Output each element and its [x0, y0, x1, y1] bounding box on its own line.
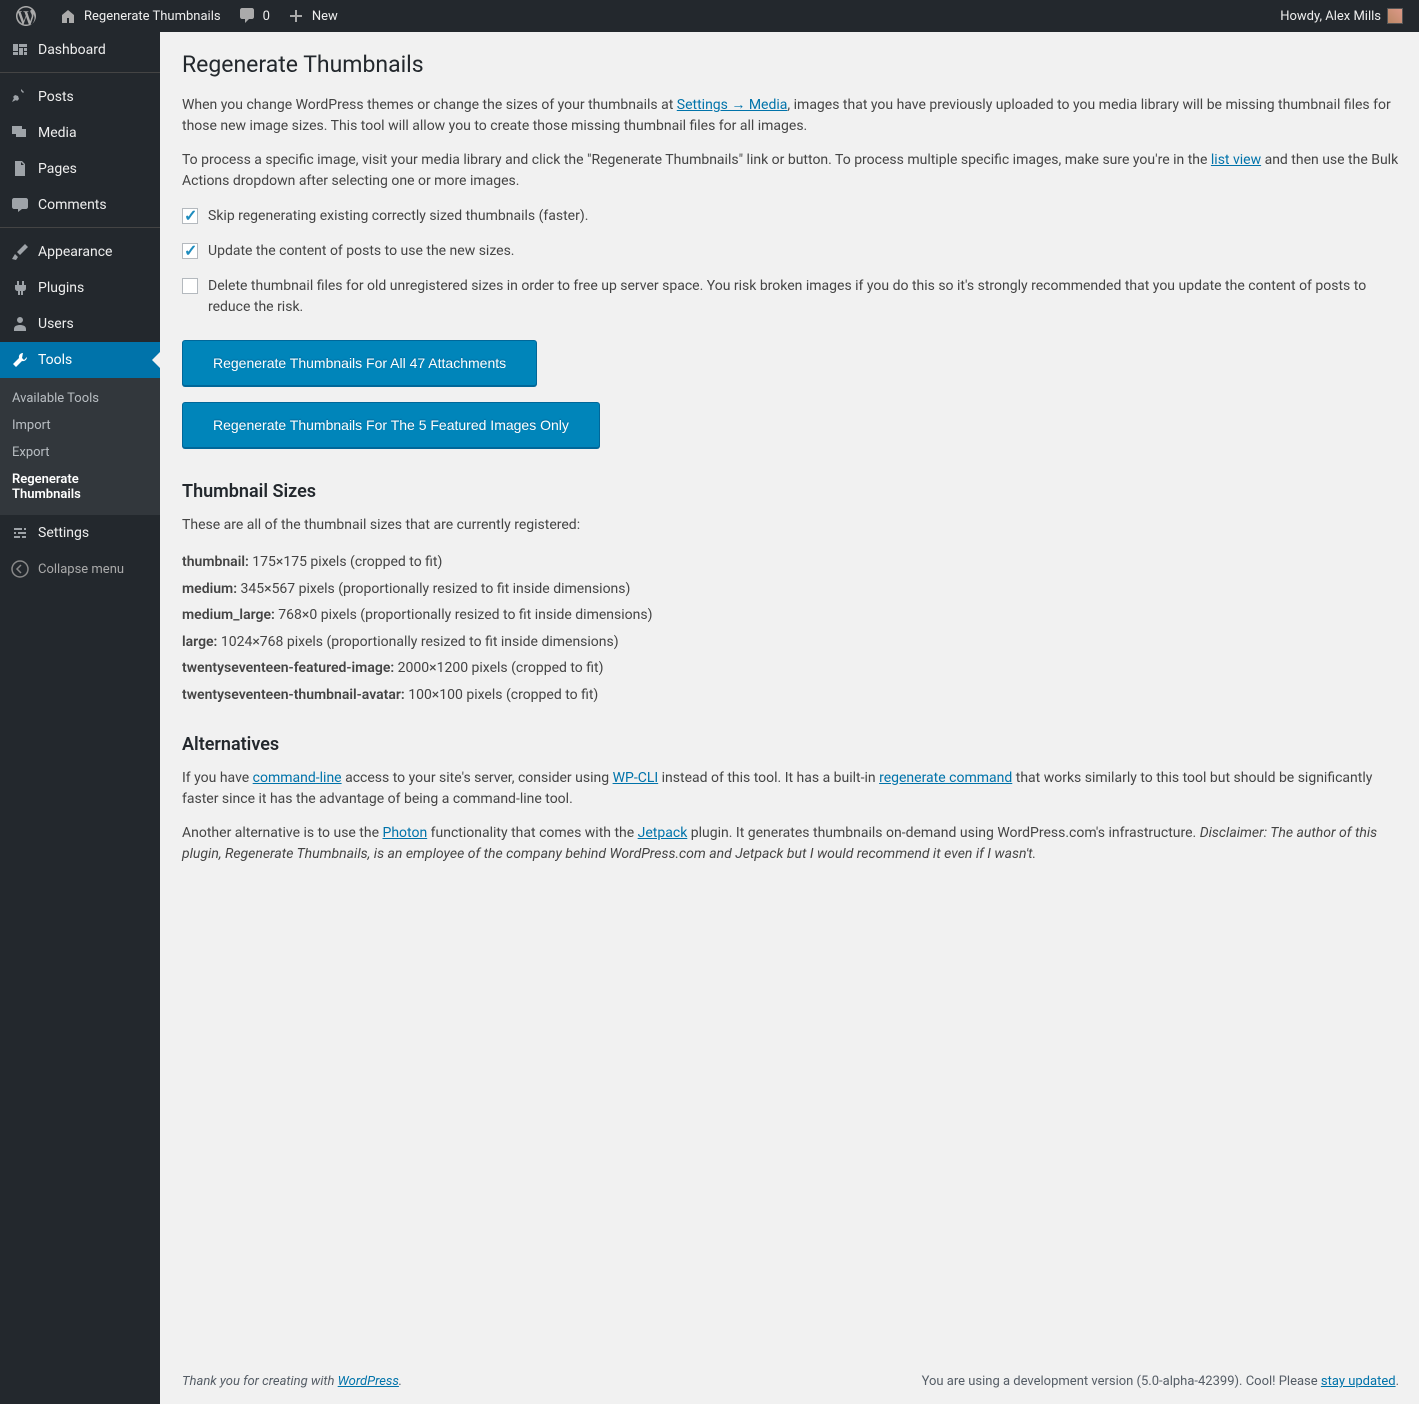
menu-comments[interactable]: Comments	[0, 187, 160, 223]
comments-count: 0	[263, 9, 270, 24]
regenerate-featured-button[interactable]: Regenerate Thumbnails For The 5 Featured…	[182, 402, 600, 448]
size-row: large: 1024×768 pixels (proportionally r…	[182, 629, 1399, 656]
size-row: thumbnail: 175×175 pixels (cropped to fi…	[182, 549, 1399, 576]
size-row: medium: 345×567 pixels (proportionally r…	[182, 576, 1399, 603]
sizes-intro: These are all of the thumbnail sizes tha…	[182, 515, 1399, 536]
menu-users[interactable]: Users	[0, 306, 160, 342]
menu-plugins[interactable]: Plugins	[0, 270, 160, 306]
plus-icon	[286, 6, 306, 26]
skip-checkbox[interactable]	[182, 208, 198, 224]
media-icon	[10, 123, 30, 143]
size-row: twentyseventeen-featured-image: 2000×120…	[182, 655, 1399, 682]
brush-icon	[10, 242, 30, 262]
size-row: twentyseventeen-thumbnail-avatar: 100×10…	[182, 682, 1399, 709]
delete-label[interactable]: Delete thumbnail files for old unregiste…	[208, 276, 1399, 318]
command-line-link[interactable]: command-line	[253, 770, 342, 786]
settings-media-link[interactable]: Settings → Media	[677, 97, 788, 113]
sub-import[interactable]: Import	[0, 412, 160, 439]
wp-logo[interactable]	[8, 0, 50, 32]
home-icon	[58, 6, 78, 26]
regenerate-all-button[interactable]: Regenerate Thumbnails For All 47 Attachm…	[182, 340, 537, 386]
intro-paragraph-2: To process a specific image, visit your …	[182, 150, 1399, 192]
menu-pages[interactable]: Pages	[0, 151, 160, 187]
howdy-text: Howdy, Alex Mills	[1280, 9, 1381, 24]
menu-tools[interactable]: Tools	[0, 342, 160, 378]
photon-link[interactable]: Photon	[383, 825, 428, 841]
dashboard-icon	[10, 40, 30, 60]
users-icon	[10, 314, 30, 334]
comments-link[interactable]: 0	[229, 0, 278, 32]
settings-icon	[10, 523, 30, 543]
alt-paragraph-2: Another alternative is to use the Photon…	[182, 823, 1399, 865]
menu-media[interactable]: Media	[0, 115, 160, 151]
tools-submenu: Available Tools Import Export Regenerate…	[0, 378, 160, 515]
comments-icon	[10, 195, 30, 215]
wordpress-icon	[16, 6, 36, 26]
wordpress-link[interactable]: WordPress	[338, 1374, 399, 1389]
page-icon	[10, 159, 30, 179]
jetpack-link[interactable]: Jetpack	[638, 825, 688, 841]
list-view-link[interactable]: list view	[1211, 152, 1261, 168]
size-row: medium_large: 768×0 pixels (proportional…	[182, 602, 1399, 629]
thumbnail-sizes-heading: Thumbnail Sizes	[182, 481, 1399, 502]
delete-checkbox[interactable]	[182, 278, 198, 294]
site-name-link[interactable]: Regenerate Thumbnails	[50, 0, 229, 32]
sub-export[interactable]: Export	[0, 439, 160, 466]
collapse-menu[interactable]: Collapse menu	[0, 551, 160, 587]
sub-regenerate-thumbnails[interactable]: Regenerate Thumbnails	[0, 466, 160, 508]
site-name: Regenerate Thumbnails	[84, 9, 221, 24]
wp-cli-link[interactable]: WP-CLI	[613, 770, 659, 786]
footer-right: You are using a development version (5.0…	[922, 1374, 1399, 1389]
page-title: Regenerate Thumbnails	[182, 42, 1399, 82]
pin-icon	[10, 87, 30, 107]
comment-icon	[237, 6, 257, 26]
account-link[interactable]: Howdy, Alex Mills	[1272, 0, 1411, 32]
intro-paragraph-1: When you change WordPress themes or chan…	[182, 95, 1399, 137]
menu-posts[interactable]: Posts	[0, 79, 160, 115]
alternatives-heading: Alternatives	[182, 734, 1399, 755]
menu-dashboard[interactable]: Dashboard	[0, 32, 160, 68]
collapse-icon	[10, 559, 30, 579]
update-label[interactable]: Update the content of posts to use the n…	[208, 241, 515, 262]
tools-icon	[10, 350, 30, 370]
avatar	[1387, 8, 1403, 24]
sub-available-tools[interactable]: Available Tools	[0, 385, 160, 412]
update-checkbox[interactable]	[182, 243, 198, 259]
menu-settings[interactable]: Settings	[0, 515, 160, 551]
stay-updated-link[interactable]: stay updated	[1321, 1374, 1396, 1389]
new-label: New	[312, 9, 338, 24]
menu-appearance[interactable]: Appearance	[0, 234, 160, 270]
plugin-icon	[10, 278, 30, 298]
alt-paragraph-1: If you have command-line access to your …	[182, 768, 1399, 810]
regenerate-command-link[interactable]: regenerate command	[879, 770, 1012, 786]
footer-left: Thank you for creating with WordPress.	[182, 1374, 402, 1389]
new-content-link[interactable]: New	[278, 0, 346, 32]
skip-label[interactable]: Skip regenerating existing correctly siz…	[208, 206, 588, 227]
sizes-list: thumbnail: 175×175 pixels (cropped to fi…	[182, 549, 1399, 709]
